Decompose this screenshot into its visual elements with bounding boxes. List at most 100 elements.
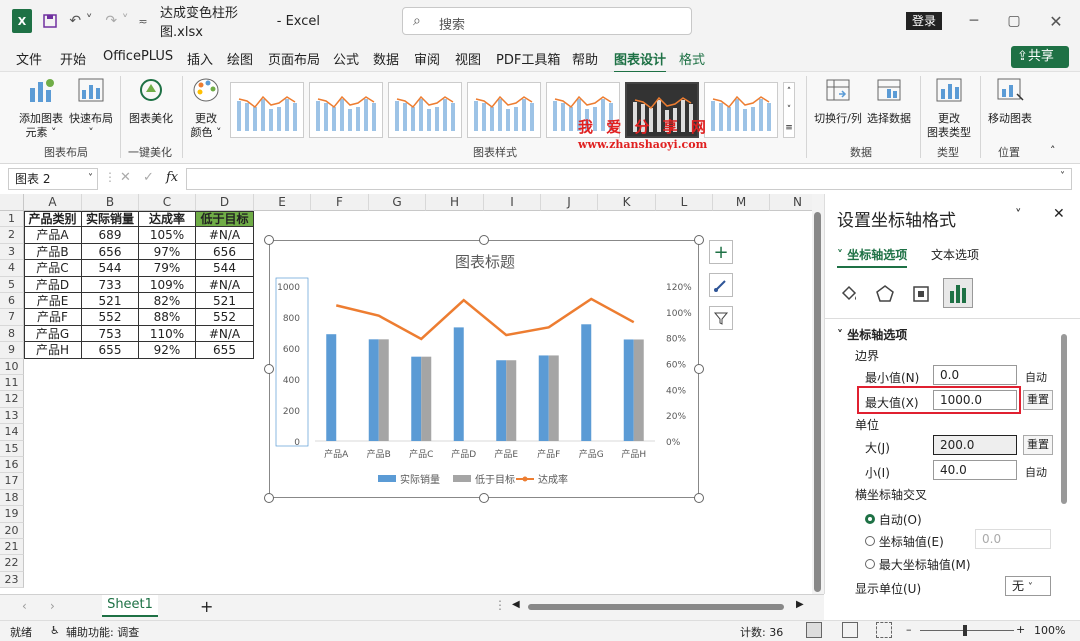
chart-style-option[interactable]: [467, 82, 541, 138]
menu-officeplus[interactable]: OfficePLUS: [103, 49, 173, 64]
page-break-view-icon[interactable]: [876, 622, 892, 638]
table-cell[interactable]: 92%: [139, 342, 196, 359]
zoom-in-icon[interactable]: +: [1016, 623, 1025, 636]
tab-splitter-icon[interactable]: ⋮: [494, 598, 506, 612]
quick-layout-button[interactable]: 快速布局 ˅: [68, 76, 114, 140]
table-cell[interactable]: 552: [196, 309, 254, 326]
page-layout-view-icon[interactable]: [842, 622, 858, 638]
table-cell[interactable]: 521: [196, 293, 254, 310]
column-header[interactable]: J: [541, 194, 598, 211]
undo-icon[interactable]: ↶ ˅: [66, 9, 96, 33]
table-cell[interactable]: 产品H: [24, 342, 82, 359]
sheet-tab-sheet1[interactable]: Sheet1: [102, 595, 158, 617]
column-header[interactable]: A: [24, 194, 82, 211]
max-bound-input[interactable]: 1000.0: [933, 390, 1017, 410]
collapse-ribbon-icon[interactable]: ˄: [1050, 144, 1056, 157]
minor-auto-button[interactable]: 自动: [1025, 464, 1047, 480]
menu-review[interactable]: 审阅: [414, 49, 440, 68]
add-sheet-icon[interactable]: +: [200, 597, 213, 616]
menu-help[interactable]: 帮助: [572, 49, 598, 68]
resize-handle[interactable]: [479, 235, 489, 245]
row-header[interactable]: 16: [0, 457, 24, 474]
column-header[interactable]: B: [82, 194, 139, 211]
column-header[interactable]: M: [713, 194, 770, 211]
pane-scroll-thumb[interactable]: [1061, 334, 1067, 504]
column-header[interactable]: L: [656, 194, 713, 211]
table-cell[interactable]: 110%: [139, 325, 196, 343]
next-sheet-icon[interactable]: ›: [50, 599, 55, 613]
enter-icon[interactable]: ✓: [143, 170, 154, 185]
table-cell[interactable]: #N/A: [196, 276, 254, 293]
customize-qa-icon[interactable]: ≂: [136, 9, 150, 33]
display-units-select[interactable]: 无 ˅: [1005, 576, 1051, 596]
scroll-right-icon[interactable]: ▶: [796, 599, 804, 610]
column-header[interactable]: H: [426, 194, 484, 211]
minor-unit-input[interactable]: 40.0: [933, 460, 1017, 480]
row-header[interactable]: 5: [0, 276, 24, 293]
prev-sheet-icon[interactable]: ‹: [22, 599, 27, 613]
radio-auto[interactable]: 自动(O): [865, 511, 922, 528]
row-header[interactable]: 18: [0, 489, 24, 507]
table-cell[interactable]: 97%: [139, 243, 196, 261]
table-cell[interactable]: 产品E: [24, 293, 82, 310]
section-axis-options[interactable]: ˅ 坐标轴选项: [837, 326, 907, 343]
menu-formulas[interactable]: 公式: [333, 49, 359, 68]
save-icon[interactable]: [40, 9, 60, 33]
table-cell[interactable]: #N/A: [196, 325, 254, 343]
menu-draw[interactable]: 绘图: [227, 49, 253, 68]
chart-style-option[interactable]: [309, 82, 383, 138]
table-cell[interactable]: 656: [82, 243, 139, 261]
menu-format[interactable]: 格式: [679, 49, 705, 68]
row-header[interactable]: 10: [0, 358, 24, 375]
min-auto-button[interactable]: 自动: [1025, 369, 1047, 385]
move-chart-button[interactable]: 移动图表: [984, 76, 1036, 126]
table-cell[interactable]: 产品D: [24, 276, 82, 293]
table-cell[interactable]: 689: [82, 227, 139, 244]
add-chart-element-button[interactable]: 添加图表 元素 ˅: [14, 76, 68, 140]
switch-row-column-button[interactable]: 切换行/列: [812, 76, 864, 126]
row-header[interactable]: 1: [0, 211, 24, 228]
menu-file[interactable]: 文件: [16, 49, 42, 68]
tab-axis-options[interactable]: ˅ 坐标轴选项: [837, 246, 908, 268]
table-cell[interactable]: #N/A: [196, 227, 254, 244]
change-chart-type-button[interactable]: 更改 图表类型: [924, 76, 974, 140]
menu-pdf-tools[interactable]: PDF工具箱: [496, 49, 560, 68]
axis-options-icon[interactable]: [943, 278, 973, 308]
chart[interactable]: 图表标题 0 200 400 600 800 1000 0% 20% 40% 60% 80% 100% 1…: [269, 240, 699, 498]
row-header[interactable]: 22: [0, 555, 24, 572]
select-all-corner[interactable]: [0, 194, 24, 211]
row-header[interactable]: 12: [0, 391, 24, 408]
name-box[interactable]: 图表 2 ˅: [8, 168, 98, 190]
vertical-scroll-track[interactable]: [812, 194, 824, 594]
table-cell[interactable]: 655: [82, 342, 139, 359]
chart-beautify-button[interactable]: 图表美化: [126, 76, 176, 126]
column-header[interactable]: E: [254, 194, 311, 211]
table-cell[interactable]: 656: [196, 243, 254, 261]
menu-page-layout[interactable]: 页面布局: [268, 49, 320, 68]
zoom-slider[interactable]: [920, 630, 1014, 631]
table-header-cell[interactable]: 产品类别: [24, 211, 82, 228]
column-header[interactable]: D: [196, 194, 254, 211]
resize-handle[interactable]: [264, 364, 274, 374]
row-header[interactable]: 14: [0, 424, 24, 441]
row-header[interactable]: 2: [0, 227, 24, 244]
menu-data[interactable]: 数据: [373, 49, 399, 68]
radio-axis-value[interactable]: 坐标轴值(E): [865, 533, 944, 550]
resize-handle[interactable]: [479, 493, 489, 503]
close-icon[interactable]: ✕: [1044, 9, 1068, 33]
menu-view[interactable]: 视图: [455, 49, 481, 68]
gallery-scroll[interactable]: ˄ ˅ ≡: [783, 82, 795, 138]
table-cell[interactable]: 产品B: [24, 243, 82, 261]
menu-insert[interactable]: 插入: [187, 49, 213, 68]
row-header[interactable]: 21: [0, 539, 24, 556]
chart-style-option[interactable]: [388, 82, 462, 138]
table-cell[interactable]: 544: [196, 260, 254, 277]
table-cell[interactable]: 82%: [139, 293, 196, 310]
column-header[interactable]: F: [311, 194, 369, 211]
row-header[interactable]: 23: [0, 571, 24, 589]
min-bound-input[interactable]: 0.0: [933, 365, 1017, 385]
chart-style-option[interactable]: [704, 82, 778, 138]
chart-elements-plus-icon[interactable]: +: [709, 240, 733, 264]
row-header[interactable]: 13: [0, 407, 24, 425]
axis-value-input[interactable]: 0.0: [975, 529, 1051, 549]
